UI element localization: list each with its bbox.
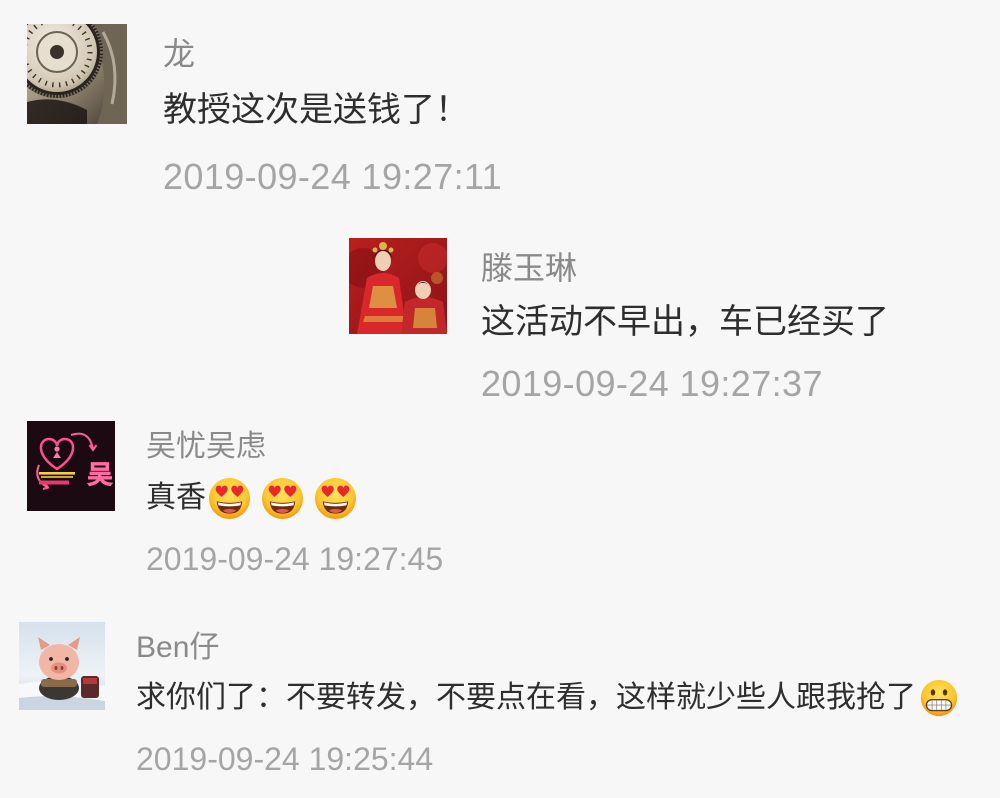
grimacing-face-emoji-icon [920, 679, 958, 717]
avatar-image [349, 238, 447, 334]
comment-text-content: 教授这次是送钱了！ [163, 91, 469, 129]
comment-text: 这活动不早出，车已经买了 [481, 300, 889, 344]
avatar-image [27, 24, 127, 124]
comment-list: 龙 教授这次是送钱了！ 2019-09-24 19:27:11 滕玉琳 这活动不… [0, 0, 1000, 798]
avatar[interactable] [27, 24, 127, 124]
comment-emojis [916, 679, 958, 717]
avatar[interactable] [19, 622, 105, 710]
comment-timestamp: 2019-09-24 19:25:44 [136, 741, 434, 777]
comment-timestamp: 2019-09-24 19:27:11 [163, 156, 503, 197]
comment-timestamp: 2019-09-24 19:27:45 [146, 541, 444, 577]
pig-toy-figure [38, 637, 80, 700]
comment-text-content: 求你们了：不要转发，不要点在看，这样就少些人跟我抢了 [136, 681, 916, 714]
heart-eyes-emoji-icon [261, 477, 304, 520]
avatar-logo-image: 吴 [27, 421, 115, 511]
comment-author[interactable]: 龙 [163, 34, 195, 74]
avatar[interactable]: 吴 [27, 421, 115, 511]
heart-eyes-emoji-icon [314, 477, 357, 520]
comment-text-content: 真香 [146, 481, 206, 514]
comment-author[interactable]: 滕玉琳 [481, 248, 577, 288]
comment-timestamp: 2019-09-24 19:27:37 [481, 363, 823, 404]
comment-author[interactable]: Ben仔 [136, 630, 219, 666]
comment-text: 求你们了：不要转发，不要点在看，这样就少些人跟我抢了 [136, 678, 958, 718]
avatar-image [19, 622, 105, 710]
comment-emojis [206, 477, 357, 520]
comment-text-content: 这活动不早出，车已经买了 [481, 303, 889, 341]
comment-text: 教授这次是送钱了！ [163, 88, 469, 132]
heart-eyes-emoji-icon [208, 477, 251, 520]
avatar[interactable] [349, 238, 447, 334]
logo-lettering: 吴 [87, 461, 112, 489]
comment-text: 真香 [146, 476, 357, 520]
comment-author[interactable]: 吴忧吴虑 [146, 429, 266, 465]
bag-object [81, 676, 99, 698]
